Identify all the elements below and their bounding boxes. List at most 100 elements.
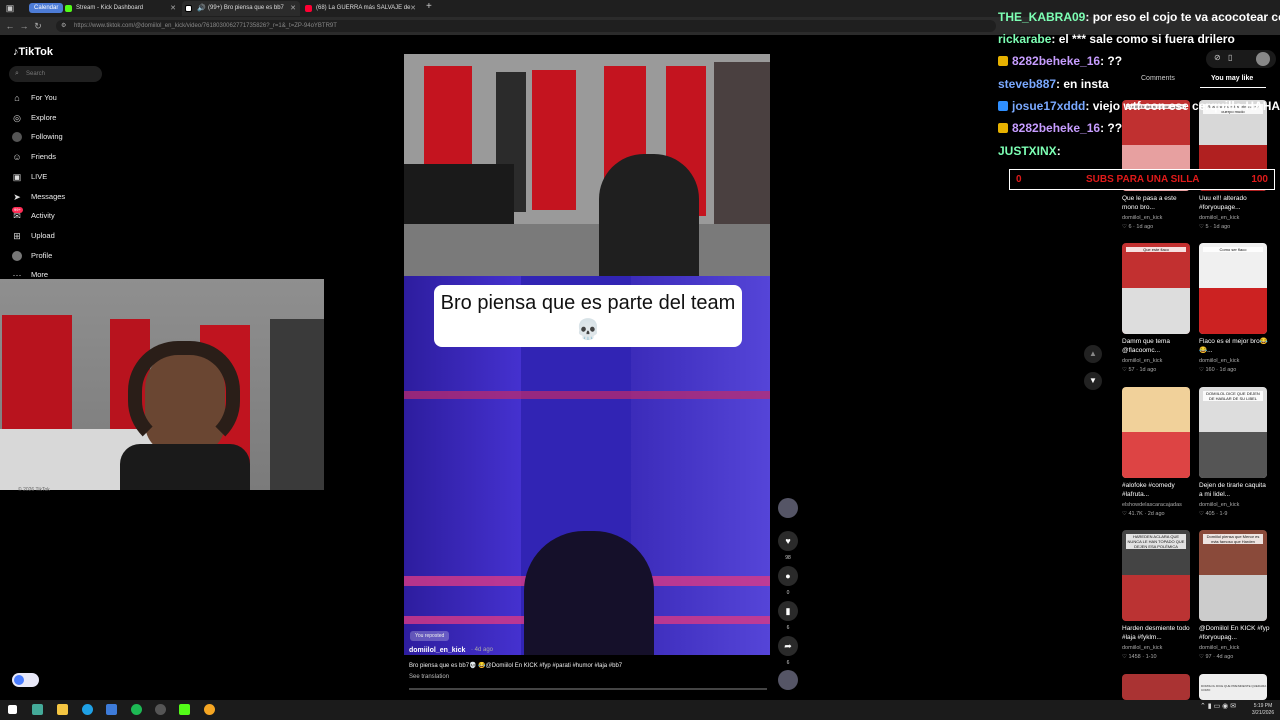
share-button[interactable]: ➦ [778,636,798,656]
kick-icon[interactable] [179,704,190,715]
recommended-thumb[interactable]: Que este flaco [1122,243,1190,334]
tab-you-may-like[interactable]: You may like [1211,75,1253,82]
close-icon[interactable]: ✕ [290,1,296,16]
recommended-user[interactable]: domiilol_en_kick [1199,645,1271,651]
tray-icons[interactable]: ⌃ ▮ ▭ ◉ ✉ [1200,703,1236,710]
video-progress-bar[interactable] [409,688,767,690]
nav-label: Explore [31,113,57,122]
recommended-thumb[interactable] [1122,387,1190,478]
nav-explore[interactable]: ◎ Explore [12,111,56,125]
clock[interactable]: 5:19 PM 3/21/2026 [1248,703,1278,717]
recommended-thumb[interactable]: Como ser flaco [1199,243,1267,334]
next-video-button[interactable]: ▼ [1084,372,1102,390]
back-icon[interactable]: ← [4,20,16,32]
nav-upload[interactable]: ⊞ Upload [12,229,55,243]
recommended-stats: ♡ 57 · 1d ago [1122,367,1156,373]
previous-video-button[interactable]: ▲ [1084,345,1102,363]
recommended-title[interactable]: #alofoke #comedy #lafruta... [1122,481,1194,499]
recommended-likes: 405 [1205,511,1215,517]
user-avatar[interactable] [1256,52,1270,66]
see-translation-link[interactable]: See translation [409,674,449,680]
recommended-user[interactable]: domiilol_en_kick [1122,645,1194,651]
forward-icon[interactable]: → [18,20,30,32]
thumb-scene [1122,575,1190,621]
thumb-scene [1122,432,1190,478]
url-input[interactable]: ⚙ https://www.tiktok.com/@domiilol_en_ki… [56,20,996,32]
recommended-thumb[interactable] [1122,674,1190,700]
recommended-thumb[interactable]: Domiilol piensa que Menor es más famoso … [1199,530,1267,621]
reload-icon[interactable]: ↻ [32,20,44,32]
nav-following[interactable]: Following [12,130,63,144]
nav-messages[interactable]: ➤ Messages [12,190,65,204]
chat-badge-icon [998,101,1008,111]
tab-comments[interactable]: Comments [1141,75,1175,82]
nav-friends[interactable]: ☺ Friends [12,150,56,164]
chat-text: : [1056,144,1061,158]
site-info-icon[interactable]: ⚙ [61,20,66,32]
recommended-thumb[interactable]: DOMIILOL DICE QUE DEJEN DE HABLAR DE SU … [1199,387,1267,478]
speaker-icon[interactable]: 🔊 [197,1,206,16]
nav-profile[interactable]: Profile [12,249,52,263]
close-icon[interactable]: ✕ [170,1,176,16]
tab-youtube[interactable]: (68) La GUERRA más SALVAJE de ✕ [302,1,420,16]
spotify-icon[interactable] [131,704,142,715]
recommended-title[interactable]: Damm que tema @flacoomc... [1122,337,1194,355]
recommended-stats: ♡ 6 · 1d ago [1122,224,1153,230]
save-button[interactable]: ▮ [778,601,798,621]
recommended-user[interactable]: domiilol_en_kick [1199,502,1271,508]
close-icon[interactable]: ✕ [410,1,416,16]
reposted-badge: You reposted [410,631,450,641]
sub-goal-label: SUBS PARA UNA SILLA [1086,174,1200,185]
recommended-thumb[interactable]: DOMIILOL DICE QUE PRESIDENTE QUEDARA COM… [1199,674,1267,700]
sound-avatar[interactable] [778,670,798,690]
recommended-title[interactable]: Flaco es el mejor bro😂😂... [1199,337,1271,355]
tab-tiktok-video[interactable]: (99+) Bro piensa que es bb7 🔊 ✕ [182,1,300,16]
tiktok-icon [185,5,192,12]
tiktok-logo[interactable]: ♪TikTok [13,46,53,58]
chat-username: 8282beheke_16 [1012,54,1101,68]
recommended-title[interactable]: Harden desmiente todo #laja #fyklm... [1122,624,1194,642]
nav-for-you[interactable]: ⌂ For You [12,91,57,105]
video-age: · 4d ago [471,647,494,653]
phone-icon[interactable]: ▯ [1228,53,1232,62]
creator-avatar[interactable] [778,498,798,518]
chat-username: 8282beheke_16 [1012,121,1101,135]
nav-activity[interactable]: ✉ 99+ Activity [12,207,55,223]
block-icon[interactable]: ⊘ [1214,53,1221,62]
toggle-switch[interactable] [12,673,39,687]
news-stripe [404,391,770,399]
start-icon[interactable] [8,705,17,714]
nav-live[interactable]: ▣ LIVE [12,170,48,184]
tab-group-calendar[interactable]: Calendar [29,3,64,13]
new-tab-icon[interactable]: + [426,1,432,12]
youtube-icon [305,5,312,12]
recommended-user[interactable]: elshowdelascaracajadas [1122,502,1194,508]
recommended-user[interactable]: domiilol_en_kick [1122,215,1194,221]
recommended-stats: ♡ 160 · 1d ago [1199,367,1236,373]
recommended-title[interactable]: Que le pasa a este mono bro... [1122,194,1194,212]
recommended-title[interactable]: Uuu el!! alterado #foryoupage... [1199,194,1271,212]
obs-icon[interactable] [155,704,166,715]
chrome-icon[interactable] [204,704,215,715]
recommended-user[interactable]: domiilol_en_kick [1199,215,1271,221]
like-button[interactable]: ♥ [778,531,798,551]
recommended-age: 1d ago [1139,367,1157,373]
window-menu-icon[interactable]: ▣ [4,2,16,14]
recommended-thumb[interactable]: HAREDEN ACLARA QUE NUNCA LE HAN TOPADO Q… [1122,530,1190,621]
video-player[interactable]: Bro piensa que es parte del team💀 [404,54,770,655]
comment-button[interactable]: ● [778,566,798,586]
folder-icon[interactable] [57,704,68,715]
video-username[interactable]: domiilol_en_kick [409,647,465,654]
edge-icon[interactable] [82,704,93,715]
url-text: https://www.tiktok.com/@domiilol_en_kick… [74,23,337,29]
recommended-title[interactable]: @Domiilol En KICK #fyp #foryoupag... [1199,624,1271,642]
comment-count: 0 [786,590,790,596]
terminal-icon[interactable] [32,704,43,715]
outlook-icon[interactable] [106,704,117,715]
floor-clutter [404,224,770,276]
tab-kick-dashboard[interactable]: Stream - Kick Dashboard ✕ [62,1,180,16]
search-input[interactable]: ⌕ Search [9,66,102,82]
recommended-user[interactable]: domiilol_en_kick [1122,358,1194,364]
recommended-title[interactable]: Dejen de tirarle caquita a mi lidel... [1199,481,1271,499]
recommended-user[interactable]: domiilol_en_kick [1199,358,1271,364]
